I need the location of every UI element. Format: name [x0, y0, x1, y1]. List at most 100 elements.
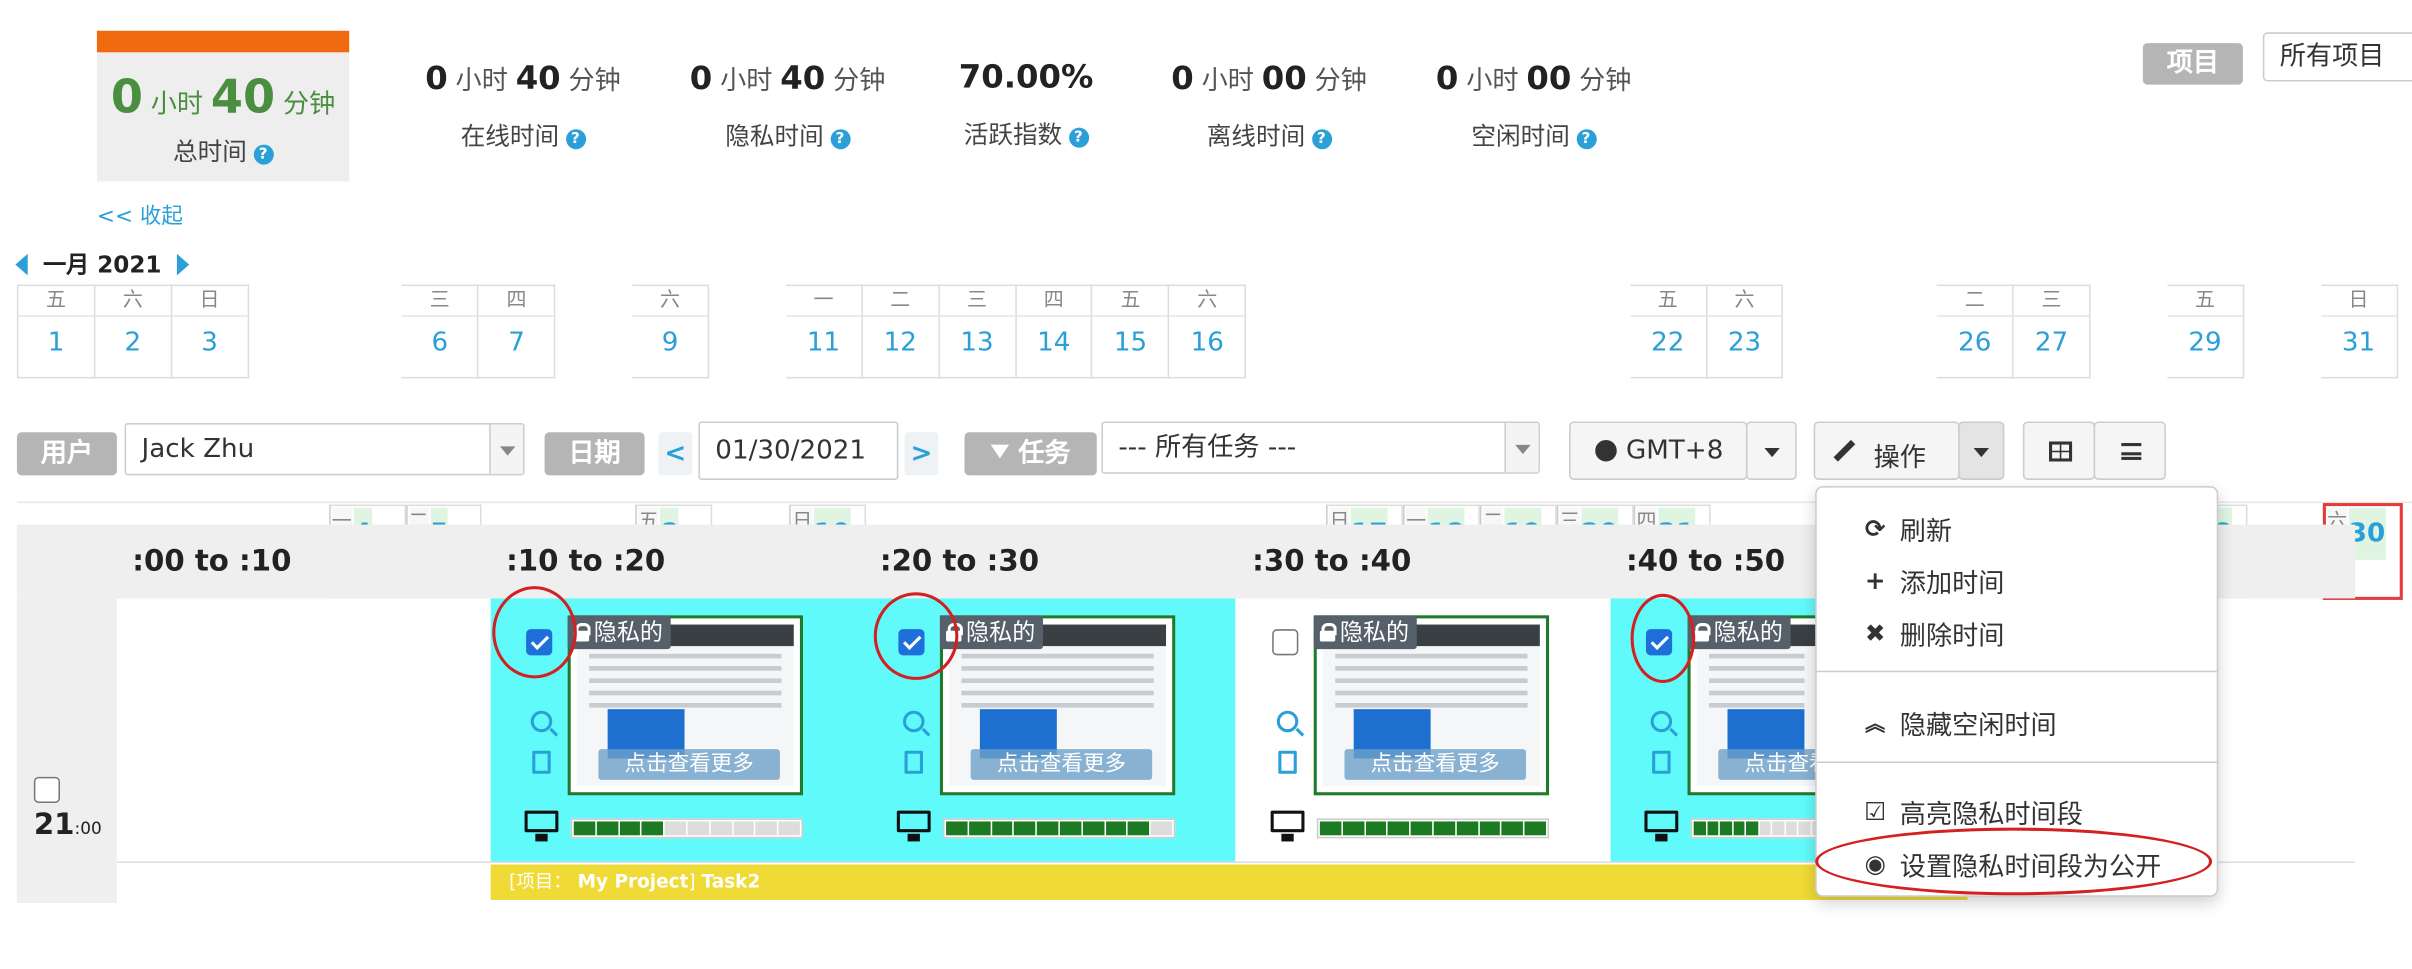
- help-icon[interactable]: ?: [829, 129, 850, 150]
- calendar-day[interactable]: 四7: [478, 284, 556, 379]
- calendar-day[interactable]: 一 11: [785, 284, 863, 379]
- weekday-label: 五: [1630, 286, 1706, 317]
- column-header: :40 to :50: [1625, 544, 1786, 579]
- total-time-value: 0 小时 40 分钟: [110, 70, 336, 125]
- weekday-label: 三: [939, 286, 1015, 317]
- calendar-day[interactable]: 六9: [632, 284, 710, 379]
- day-number: 29: [2188, 327, 2222, 359]
- monitor-icon: [524, 810, 559, 842]
- list-view-button[interactable]: [2093, 421, 2166, 480]
- task-select[interactable]: --- 所有任务 ---: [1101, 421, 1540, 474]
- activity-meter: [570, 818, 803, 839]
- weekday-label: 三: [2013, 286, 2090, 317]
- zoom-in-icon[interactable]: [1650, 710, 1673, 733]
- highlight-ring: [1630, 593, 1696, 684]
- menu-item-highlight-private[interactable]: ☑ 高亮隐私时间段: [1863, 792, 2083, 831]
- prev-month-icon[interactable]: [15, 253, 28, 275]
- day-number: 22: [1651, 327, 1685, 359]
- help-icon[interactable]: ?: [565, 129, 586, 150]
- monitor-icon: [896, 810, 931, 842]
- calendar-day[interactable]: 日 31: [2320, 284, 2398, 379]
- day-number: 3: [201, 327, 218, 359]
- menu-divider: [1816, 761, 2217, 763]
- menu-item-delete-time[interactable]: ✖ 删除时间: [1863, 614, 2005, 652]
- calendar-day[interactable]: 六 23: [1706, 284, 1784, 379]
- calendar-day[interactable]: 二 26: [1937, 284, 2014, 379]
- prev-day-button[interactable]: <: [658, 432, 693, 476]
- day-number: 15: [1113, 327, 1148, 359]
- calendar-day[interactable]: 三 13: [939, 284, 1017, 379]
- private-tag: 隐私的: [567, 615, 671, 650]
- monitor-icon: [1270, 810, 1305, 842]
- calendar-day[interactable]: 三 27: [2013, 284, 2091, 379]
- timezone-button[interactable]: GMT+8: [1569, 421, 1748, 480]
- filter-icon: [990, 444, 1010, 459]
- document-icon[interactable]: [1652, 750, 1671, 774]
- user-value: Jack Zhu: [141, 433, 255, 465]
- date-input[interactable]: 01/30/2021: [698, 421, 899, 480]
- screenshot-checkbox[interactable]: [1272, 629, 1299, 656]
- calendar-day[interactable]: 五 22: [1630, 284, 1707, 379]
- weekday-label: 五: [2167, 286, 2243, 317]
- view-more-overlay[interactable]: 点击查看更多: [1718, 749, 1823, 780]
- monitor-icon: [1644, 810, 1679, 842]
- calendar-day[interactable]: 三6: [402, 284, 479, 379]
- project-task-bar[interactable]: [项目： My Project] Task2: [490, 864, 1968, 900]
- screenshot-cell: 点击查看更多 隐私的: [1237, 598, 1609, 861]
- menu-item-refresh[interactable]: ⟳ 刷新: [1863, 509, 1952, 548]
- calendar-day[interactable]: 六2: [95, 284, 172, 379]
- timezone-dropdown-button[interactable]: [1745, 421, 1797, 480]
- operations-dropdown-button[interactable]: [1958, 421, 2005, 480]
- document-icon[interactable]: [532, 750, 551, 774]
- user-select[interactable]: Jack Zhu: [124, 423, 525, 476]
- calendar-day[interactable]: 四 14: [1016, 284, 1093, 379]
- menu-divider: [1816, 670, 2217, 673]
- view-more-overlay[interactable]: 点击查看更多: [970, 749, 1153, 780]
- private-tag: 隐私的: [1687, 615, 1791, 650]
- collapse-link[interactable]: << 收起: [97, 200, 183, 231]
- calendar-day[interactable]: 二 12: [862, 284, 940, 379]
- hour-row-header: 21:00: [16, 598, 117, 903]
- operations-button[interactable]: 操作: [1813, 421, 1960, 480]
- project-select[interactable]: 所有项目: [2262, 32, 2412, 82]
- help-icon[interactable]: ?: [1068, 127, 1089, 148]
- next-day-button[interactable]: >: [904, 432, 939, 476]
- menu-item-add-time[interactable]: + 添加时间: [1863, 561, 2005, 600]
- menu-item-hide-idle[interactable]: ︽ 隐藏空闲时间: [1863, 703, 2057, 742]
- table-icon: [2049, 441, 2073, 462]
- calendar-day[interactable]: 六 16: [1169, 284, 1247, 379]
- help-icon[interactable]: ?: [1311, 129, 1332, 150]
- total-time-bar: [96, 30, 350, 53]
- day-number: 31: [2341, 327, 2376, 359]
- calendar-day[interactable]: 日3: [171, 284, 249, 379]
- zoom-in-icon[interactable]: [902, 710, 925, 733]
- close-icon: ✖: [1864, 618, 1886, 648]
- activity-meter: [942, 818, 1176, 839]
- grid-view-button[interactable]: [2022, 421, 2096, 480]
- column-header: :00 to :10: [132, 544, 292, 579]
- next-month-icon[interactable]: [176, 253, 190, 275]
- calendar-day[interactable]: 五1: [18, 284, 96, 379]
- help-icon[interactable]: ?: [253, 144, 274, 165]
- zoom-in-icon[interactable]: [530, 710, 553, 733]
- help-icon[interactable]: ?: [1575, 129, 1596, 150]
- calendar-day[interactable]: 五 29: [2167, 284, 2245, 379]
- day-number: 1: [47, 327, 65, 359]
- private-tag: 隐私的: [1313, 615, 1417, 650]
- day-number: 16: [1190, 327, 1224, 359]
- document-icon[interactable]: [904, 750, 923, 774]
- refresh-icon: ⟳: [1864, 513, 1886, 544]
- list-icon: [2121, 443, 2142, 460]
- date-label: 日期: [544, 432, 645, 476]
- view-more-overlay[interactable]: 点击查看更多: [1344, 749, 1526, 780]
- view-more-overlay[interactable]: 点击查看更多: [598, 749, 780, 780]
- weekday-label: 二: [862, 286, 938, 317]
- task-label: 任务: [964, 432, 1097, 476]
- document-icon[interactable]: [1278, 750, 1297, 774]
- calendar-day[interactable]: 五 15: [1092, 284, 1170, 379]
- month-nav: 一月 2021: [15, 248, 190, 280]
- zoom-in-icon[interactable]: [1276, 710, 1299, 733]
- weekday-label: 四: [478, 286, 555, 317]
- hour-row-checkbox[interactable]: [33, 776, 60, 803]
- calendar-strip: 五1六2日3一4二5三6四7五8六9日10一11二12三13四14五15六16日…: [16, 284, 2403, 600]
